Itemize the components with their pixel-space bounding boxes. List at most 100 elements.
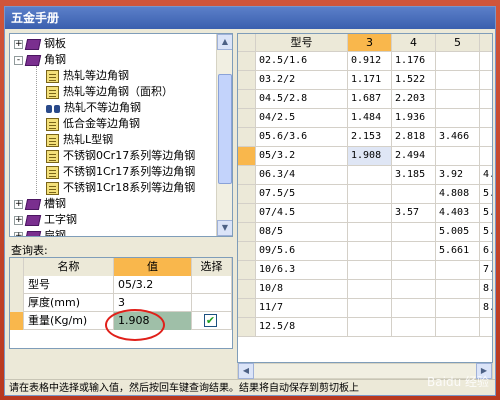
grid-row-header[interactable] [238,128,256,147]
grid-row-header[interactable] [238,223,256,242]
grid-value-cell[interactable] [348,242,392,261]
grid-value-cell[interactable] [348,318,392,337]
grid-value-cell[interactable] [392,299,436,318]
grid-value-cell[interactable]: 4.638 [480,166,492,185]
grid-model-cell[interactable]: 11/7 [256,299,348,318]
grid-value-cell[interactable]: 5.935 [480,223,492,242]
grid-model-cell[interactable]: 02.5/1.6 [256,52,348,71]
tree-leaf[interactable]: 不锈钢0Cr17系列等边角钢 [46,148,195,164]
tree-leaf[interactable]: 热轧等边角钢（面积） [46,84,173,100]
grid-value-cell[interactable]: 0.912 [348,52,392,71]
grid-row-header[interactable] [238,185,256,204]
grid-value-cell[interactable]: 5.661 [436,242,480,261]
grid-row-header[interactable] [238,204,256,223]
expand-icon[interactable]: + [14,215,23,225]
grid-value-cell[interactable]: 3.57 [392,204,436,223]
grid-value-cell[interactable] [436,109,480,128]
row-header[interactable] [10,294,24,312]
grid-model-cell[interactable]: 08/5 [256,223,348,242]
grid-value-cell[interactable] [392,261,436,280]
grid-value-cell[interactable] [436,90,480,109]
grid-row-header[interactable] [238,71,256,90]
grid-value-cell[interactable] [348,280,392,299]
grid-value-cell[interactable] [436,52,480,71]
grid-value-cell[interactable]: 1.936 [392,109,436,128]
tree-leaf[interactable]: 热轧L型钢 [46,132,113,148]
grid-value-cell[interactable]: 1.176 [392,52,436,71]
grid-value-cell[interactable] [348,223,392,242]
grid-value-cell[interactable] [480,71,492,90]
grid-value-cell[interactable] [480,147,492,166]
grid-value-cell[interactable] [436,280,480,299]
grid-value-cell[interactable] [348,185,392,204]
tree-category[interactable]: + 工字钢 [14,212,77,228]
category-tree[interactable]: ▲ ▼ + 钢板 - 角钢 热轧等边角钢 热轧等边角钢（面积） 热轧不等边角钢 低合金等边角钢… [9,33,233,237]
grid-model-cell[interactable]: 12.5/8 [256,318,348,337]
grid-value-cell[interactable]: 3.92 [436,166,480,185]
scroll-up-button[interactable]: ▲ [217,34,232,50]
tree-category[interactable]: + 扁钢 [14,228,66,236]
grid-model-cell[interactable]: 03.2/2 [256,71,348,90]
tree-category[interactable]: - 角钢 [14,52,66,68]
grid-value-cell[interactable] [436,261,480,280]
grid-model-cell[interactable]: 10/6.3 [256,261,348,280]
scroll-left-button[interactable]: ◀ [238,363,254,379]
grid-value-cell[interactable]: 1.687 [348,90,392,109]
expand-icon[interactable]: + [14,199,23,209]
grid-value-cell[interactable] [480,128,492,147]
grid-value-cell[interactable] [480,90,492,109]
grid-value-cell[interactable]: 7.55 [480,261,492,280]
grid-value-cell[interactable] [436,299,480,318]
grid-model-cell[interactable]: 07.5/5 [256,185,348,204]
grid-model-cell[interactable]: 06.3/4 [256,166,348,185]
grid-model-cell[interactable]: 04.5/2.8 [256,90,348,109]
query-select-cell[interactable] [192,276,232,294]
grid-model-cell[interactable]: 10/8 [256,280,348,299]
grid-model-cell[interactable]: 04/2.5 [256,109,348,128]
grid-value-cell[interactable] [480,52,492,71]
row-header[interactable] [10,312,24,330]
query-value-cell[interactable]: 05/3.2 [114,276,192,294]
grid-value-cell[interactable]: 2.153 [348,128,392,147]
grid-value-cell[interactable]: 1.908 [348,147,392,166]
grid-column-header[interactable]: 6 [480,34,492,52]
tree-category[interactable]: + 钢板 [14,36,66,52]
tree-leaf[interactable]: 低合金等边角钢 [46,116,140,132]
grid-row-header[interactable] [238,261,256,280]
select-checkbox[interactable]: ✔ [204,314,217,327]
tree-leaf[interactable]: 不锈钢1Cr18系列等边角钢 [46,180,195,196]
query-select-cell[interactable] [192,294,232,312]
scroll-down-button[interactable]: ▼ [217,220,232,236]
grid-model-cell[interactable]: 05.6/3.6 [256,128,348,147]
grid-column-header[interactable]: 4 [392,34,436,52]
grid-value-cell[interactable] [392,280,436,299]
grid-row-header[interactable] [238,147,256,166]
grid-value-cell[interactable]: 4.403 [436,204,480,223]
grid-model-cell[interactable]: 09/5.6 [256,242,348,261]
grid-value-cell[interactable]: 1.522 [392,71,436,90]
grid-value-cell[interactable]: 3.185 [392,166,436,185]
grid-value-cell[interactable] [348,261,392,280]
grid-value-cell[interactable]: 1.484 [348,109,392,128]
grid-value-cell[interactable]: 5.218 [480,204,492,223]
grid-value-cell[interactable] [392,242,436,261]
grid-value-cell[interactable]: 2.494 [392,147,436,166]
grid-value-cell[interactable]: 3.466 [436,128,480,147]
expand-icon[interactable]: + [14,39,23,49]
grid-value-cell[interactable] [392,318,436,337]
data-grid[interactable]: 型号3456 02.5/1.60.9121.176 03.2/21.1711.522… [237,33,493,363]
grid-value-cell[interactable] [348,204,392,223]
grid-value-cell[interactable] [392,185,436,204]
grid-value-cell[interactable] [348,299,392,318]
grid-value-cell[interactable] [436,318,480,337]
query-select-cell[interactable]: ✔ [192,312,232,330]
row-header[interactable] [10,276,24,294]
grid-row-header[interactable] [238,166,256,185]
grid-value-cell[interactable] [436,147,480,166]
grid-value-cell[interactable] [480,109,492,128]
grid-column-header[interactable]: 5 [436,34,480,52]
grid-value-cell[interactable] [436,71,480,90]
grid-row-header[interactable] [238,299,256,318]
grid-row-header[interactable] [238,52,256,71]
grid-value-cell[interactable]: 5.699 [480,185,492,204]
